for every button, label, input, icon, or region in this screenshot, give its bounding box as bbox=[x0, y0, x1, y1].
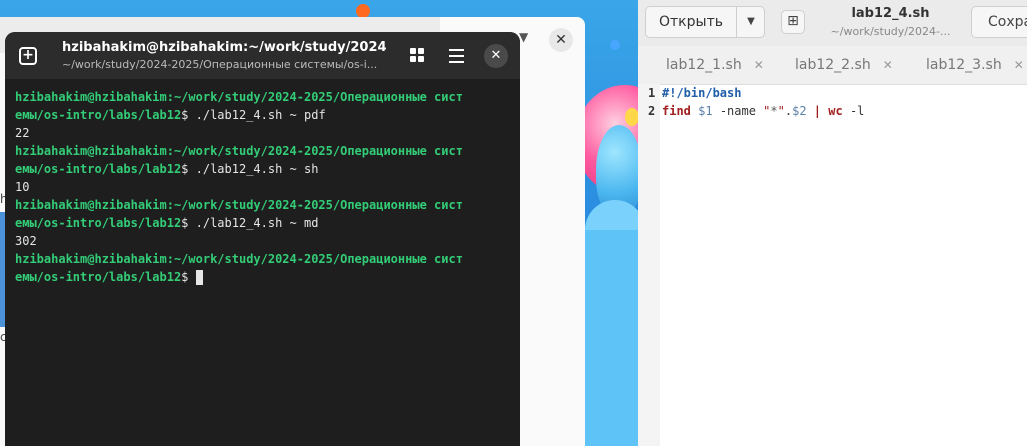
open-button[interactable]: Открыть bbox=[646, 7, 736, 37]
terminal-output[interactable]: hzibahakim@hzibahakim:~/work/study/2024-… bbox=[15, 88, 515, 286]
terminal-window[interactable]: + hzibahakim@hzibahakim:~/work/study/202… bbox=[5, 32, 520, 446]
new-document-icon[interactable]: ⊞ bbox=[781, 10, 805, 34]
close-icon[interactable]: ✕ bbox=[883, 58, 893, 72]
editor-tabs: lab12_1.sh ✕ lab12_2.sh ✕ lab12_3.sh ✕ bbox=[638, 46, 1027, 85]
code-string: * bbox=[770, 104, 778, 118]
terminal-command: $ ./lab12_4.sh ~ sh bbox=[181, 162, 319, 176]
tab-label: lab12_1.sh bbox=[666, 57, 742, 73]
tab-lab12-1[interactable]: lab12_1.sh ✕ bbox=[666, 46, 764, 84]
tab-lab12-3[interactable]: lab12_3.sh ✕ bbox=[926, 46, 1024, 84]
terminal-prompt: hzibahakim@hzibahakim:~/work/study/2024-… bbox=[15, 252, 463, 266]
tab-overview-icon[interactable] bbox=[410, 48, 424, 62]
terminal-title: hzibahakim@hzibahakim:~/work/study/2024.… bbox=[62, 40, 387, 55]
terminal-prompt: емы/os-intro/labs/lab12 bbox=[15, 270, 182, 284]
close-icon[interactable]: ✕ bbox=[754, 58, 764, 72]
code-shebang: #!/bin/bash bbox=[662, 86, 742, 100]
code-text: -l bbox=[842, 104, 865, 118]
code-string: " bbox=[777, 104, 785, 118]
chevron-down-icon[interactable]: ▼ bbox=[519, 30, 528, 44]
wallpaper-blue-dot bbox=[610, 40, 620, 50]
terminal-prompt: hzibahakim@hzibahakim:~/work/study/2024-… bbox=[15, 90, 463, 104]
code-line-1[interactable]: #!/bin/bash bbox=[662, 86, 741, 100]
open-button-group: Открыть ▼ bbox=[645, 6, 765, 38]
terminal-prompt: емы/os-intro/labs/lab12 bbox=[15, 108, 182, 122]
terminal-subtitle: ~/work/study/2024-2025/Операционные сист… bbox=[62, 58, 378, 71]
code-variable: $1 bbox=[698, 104, 713, 118]
tab-lab12-2[interactable]: lab12_2.sh ✕ bbox=[795, 46, 893, 84]
editor-header: Открыть ▼ ⊞ lab12_4.sh ~/work/study/2024… bbox=[638, 0, 1027, 46]
code-text: -name bbox=[712, 104, 764, 118]
code-pipe: | bbox=[813, 104, 822, 118]
terminal-prompt: емы/os-intro/labs/lab12 bbox=[15, 162, 182, 176]
terminal-prompt: hzibahakim@hzibahakim:~/work/study/2024-… bbox=[15, 144, 463, 158]
editor-path: ~/work/study/2024-... bbox=[830, 25, 951, 38]
wallpaper-yellow-dot bbox=[625, 108, 639, 126]
line-number-gutter bbox=[638, 84, 660, 446]
tab-label: lab12_3.sh bbox=[926, 57, 1002, 73]
terminal-command: $ ./lab12_4.sh ~ md bbox=[181, 216, 319, 230]
wallpaper-cloud-base bbox=[585, 230, 645, 446]
line-number: 2 bbox=[648, 104, 656, 118]
terminal-result: 10 bbox=[15, 180, 30, 194]
terminal-result: 302 bbox=[15, 234, 37, 248]
tab-label: lab12_2.sh bbox=[795, 57, 871, 73]
terminal-prompt: емы/os-intro/labs/lab12 bbox=[15, 216, 182, 230]
terminal-command: $ ./lab12_4.sh ~ pdf bbox=[181, 108, 326, 122]
wallpaper-orange-dot bbox=[356, 4, 370, 18]
background-window-close-button[interactable]: ✕ bbox=[549, 28, 573, 52]
code-keyword: find bbox=[662, 104, 691, 118]
code-line-2[interactable]: find $1 -name "*".$2 | wc -l bbox=[662, 104, 864, 118]
new-tab-icon[interactable]: + bbox=[19, 47, 37, 65]
code-variable: $2 bbox=[792, 104, 807, 118]
terminal-close-button[interactable]: ✕ bbox=[484, 44, 508, 68]
save-button[interactable]: Сохра bbox=[971, 6, 1027, 38]
terminal-result: 22 bbox=[15, 126, 30, 140]
terminal-cursor bbox=[195, 270, 203, 285]
terminal-dollar: $ bbox=[181, 270, 196, 284]
close-icon[interactable]: ✕ bbox=[1014, 58, 1024, 72]
terminal-header: + hzibahakim@hzibahakim:~/work/study/202… bbox=[5, 32, 520, 79]
editor-window: Открыть ▼ ⊞ lab12_4.sh ~/work/study/2024… bbox=[638, 0, 1027, 446]
open-dropdown-icon[interactable]: ▼ bbox=[737, 7, 765, 37]
hamburger-menu-icon[interactable] bbox=[449, 49, 464, 67]
terminal-prompt: hzibahakim@hzibahakim:~/work/study/2024-… bbox=[15, 198, 463, 212]
code-keyword: wc bbox=[828, 104, 843, 118]
line-number: 1 bbox=[648, 86, 656, 100]
editor-title: lab12_4.sh bbox=[851, 6, 930, 21]
